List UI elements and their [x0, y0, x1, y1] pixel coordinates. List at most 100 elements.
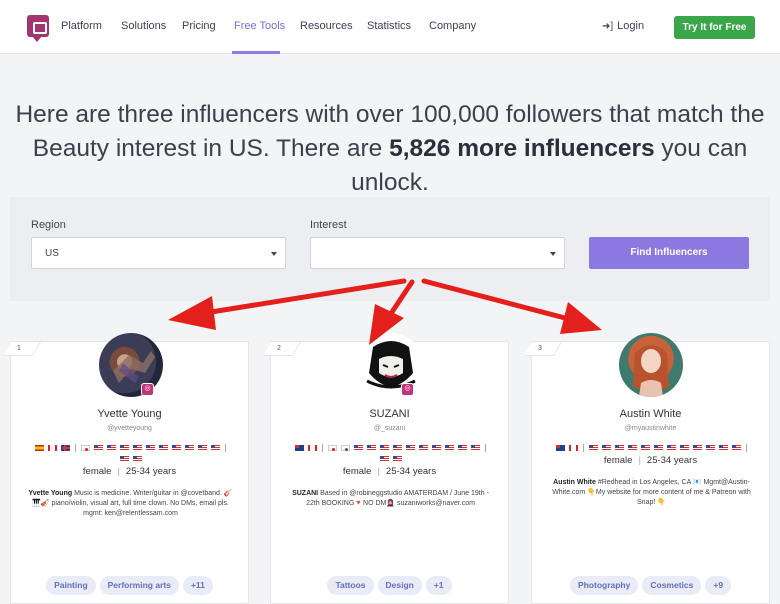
tag-chip[interactable]: Photography	[569, 576, 639, 595]
interest-select[interactable]	[310, 237, 565, 269]
more-tags-chip[interactable]: +1	[425, 576, 452, 595]
divider	[321, 444, 323, 453]
influencer-name[interactable]: Yvette Young	[11, 408, 248, 420]
login-icon: ➜]	[602, 21, 614, 32]
nav-company[interactable]: Company	[429, 20, 476, 32]
find-influencers-button[interactable]: Find Influencers	[589, 237, 749, 269]
active-tab-indicator	[232, 51, 280, 54]
top-navbar: Platform Solutions Pricing Free Tools Re…	[0, 0, 780, 54]
flag-us-icon	[93, 445, 103, 452]
flag-ca-icon	[47, 445, 57, 452]
flag-us-icon	[184, 445, 194, 452]
flag-ca-icon	[307, 445, 317, 452]
audience-gender: female	[342, 466, 372, 477]
influencer-handle: @myaustinwhite	[624, 425, 677, 432]
audience-flags	[23, 444, 238, 466]
tag-chip[interactable]: Performing arts	[99, 576, 179, 595]
flag-us-icon	[353, 445, 363, 452]
flag-us-icon	[653, 445, 663, 452]
flag-us-icon	[679, 445, 689, 452]
demographics: female | 25-34 years	[82, 466, 177, 477]
flag-us-icon	[158, 445, 168, 452]
flag-us-icon	[392, 445, 402, 452]
audience-age: 25-34 years	[646, 455, 698, 466]
avatar-photo	[633, 345, 669, 397]
bio-text: Based in @robineggstudio AMATERDAM / Jun…	[306, 490, 489, 507]
audience-gender: female	[82, 466, 112, 477]
page-headline: Here are three influencers with over 100…	[0, 98, 780, 200]
rank-tab	[262, 342, 301, 356]
influencer-name[interactable]: SUZANI	[271, 408, 508, 420]
divider	[745, 444, 747, 453]
influencer-name[interactable]: Austin White	[532, 408, 769, 420]
flag-us-icon	[705, 445, 715, 452]
brand-logo-tail	[32, 36, 42, 42]
flag-us-icon	[588, 445, 598, 452]
flag-us-icon	[718, 445, 728, 452]
audience-flags	[544, 444, 759, 455]
flag-us-icon	[692, 445, 702, 452]
nav-free-tools[interactable]: Free Tools	[234, 20, 285, 32]
flag-us-icon	[405, 445, 415, 452]
flag-us-icon	[431, 445, 441, 452]
flag-us-icon	[457, 445, 467, 452]
bio-name: SUZANI	[292, 490, 319, 497]
flag-us-icon	[731, 445, 741, 452]
flag-us-icon	[197, 445, 207, 452]
influencer-card[interactable]: 1 ◎ Yvette Young @yvetteyoung female | 25-…	[2, 333, 249, 604]
interest-tags: Photography Cosmetics +9	[532, 575, 769, 595]
region-value: US	[45, 248, 59, 259]
rank-number: 1	[17, 345, 21, 352]
tag-chip[interactable]: Painting	[46, 576, 96, 595]
instagram-badge-icon: ◎	[141, 383, 154, 396]
nav-pricing[interactable]: Pricing	[182, 20, 216, 32]
rank-number: 3	[538, 345, 542, 352]
flag-us-icon	[470, 445, 480, 452]
nav-solutions[interactable]: Solutions	[121, 20, 166, 32]
flag-us-icon	[392, 456, 402, 463]
influencer-bio: SUZANI Based in @robineggstudio AMATERDA…	[285, 489, 496, 509]
flag-us-icon	[132, 445, 142, 452]
interest-label: Interest	[310, 219, 347, 231]
flag-au-icon	[555, 445, 565, 452]
nav-resources[interactable]: Resources	[300, 20, 353, 32]
audience-gender: female	[603, 455, 633, 466]
flag-gb-icon	[60, 445, 70, 452]
flag-es-icon	[34, 445, 44, 452]
login-link[interactable]: ➜] Login	[602, 20, 644, 32]
avatar[interactable]	[619, 333, 683, 397]
divider	[484, 444, 486, 453]
divider	[224, 444, 226, 453]
nav-statistics[interactable]: Statistics	[367, 20, 411, 32]
nav-platform[interactable]: Platform	[61, 20, 102, 32]
tag-chip[interactable]: Cosmetics	[642, 576, 702, 595]
influencer-card[interactable]: 2 ◎ SUZANI @_suzani female | 25-34 years S…	[262, 333, 509, 604]
interest-tags: Painting Performing arts +11	[11, 575, 248, 595]
flag-au-icon	[294, 445, 304, 452]
flag-us-icon	[119, 445, 129, 452]
flag-us-icon	[601, 445, 611, 452]
flag-kr-icon	[340, 445, 350, 452]
flag-us-icon	[627, 445, 637, 452]
brand-logo-icon[interactable]	[27, 15, 49, 37]
headline-count: 5,826 more influencers	[389, 135, 655, 162]
tag-chip[interactable]: Design	[377, 576, 422, 595]
influencer-card[interactable]: 3 Austin White @myaustinwhite female | 25-…	[523, 333, 770, 604]
tag-chip[interactable]: Tattoos	[327, 576, 374, 595]
flag-jp-icon	[80, 445, 90, 452]
influencer-handle: @_suzani	[373, 425, 406, 432]
more-tags-chip[interactable]: +9	[705, 576, 732, 595]
flag-us-icon	[210, 445, 220, 452]
rank-number: 2	[277, 345, 281, 352]
login-label: Login	[617, 20, 645, 32]
demographics: female | 25-34 years	[603, 455, 698, 466]
bio-name: Austin White	[553, 479, 596, 486]
flag-us-icon	[171, 445, 181, 452]
region-select[interactable]: US	[31, 237, 286, 269]
try-free-button[interactable]: Try It for Free	[674, 16, 755, 39]
flag-jp-icon	[327, 445, 337, 452]
chevron-down-icon	[550, 252, 556, 256]
flag-us-icon	[145, 445, 155, 452]
flag-us-icon	[379, 456, 389, 463]
more-tags-chip[interactable]: +11	[182, 576, 213, 595]
